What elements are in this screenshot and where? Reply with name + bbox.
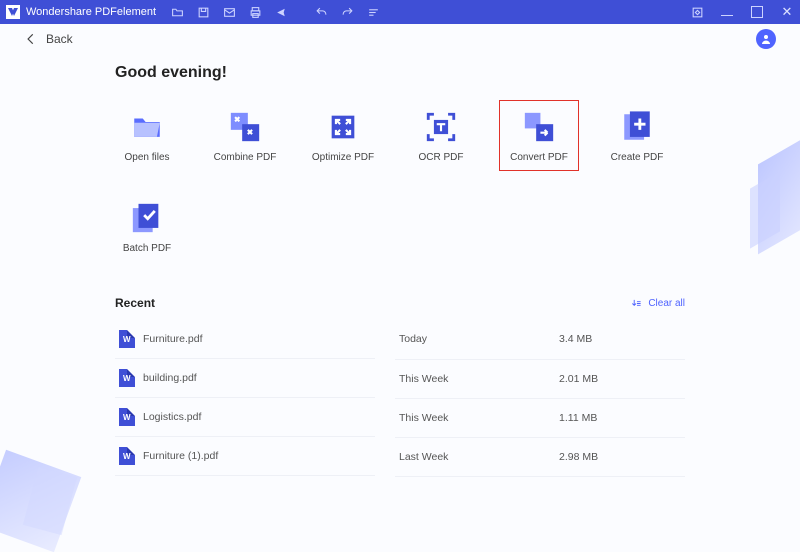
back-label: Back — [46, 32, 73, 46]
file-size: 2.98 MB — [555, 437, 685, 476]
window-maximize-icon[interactable] — [750, 5, 764, 19]
file-when: This Week — [395, 398, 555, 437]
folder-open-icon — [130, 110, 164, 144]
save-icon[interactable] — [196, 5, 210, 19]
sub-header: Back — [0, 24, 800, 54]
recent-header: Recent Clear all — [115, 296, 685, 310]
pdf-file-icon — [119, 408, 135, 426]
tile-open-files[interactable]: Open files — [115, 110, 179, 163]
app-title: Wondershare PDFelement — [26, 6, 156, 18]
window-close-icon[interactable]: ✕ — [780, 5, 794, 19]
file-size: 3.4 MB — [555, 320, 685, 359]
mail-icon[interactable] — [222, 5, 236, 19]
tile-create-pdf[interactable]: Create PDF — [605, 110, 669, 163]
user-avatar[interactable] — [756, 29, 776, 49]
undo-icon[interactable] — [314, 5, 328, 19]
project-icon[interactable] — [690, 5, 704, 19]
tile-label: Open files — [124, 152, 169, 163]
file-name: Furniture.pdf — [143, 333, 203, 345]
recent-file-row[interactable]: Furniture (1).pdf Last Week 2.98 MB — [115, 437, 685, 476]
greeting-text: Good evening! — [115, 64, 685, 82]
pdf-file-icon — [119, 447, 135, 465]
file-when: Today — [395, 320, 555, 359]
print-icon[interactable] — [248, 5, 262, 19]
file-size: 2.01 MB — [555, 359, 685, 398]
user-icon — [760, 33, 772, 45]
ocr-icon — [424, 110, 458, 144]
file-name: building.pdf — [143, 372, 197, 384]
file-when: This Week — [395, 359, 555, 398]
combine-icon — [228, 110, 262, 144]
action-tiles: Open files Combine PDF Optimize PDF OCR … — [115, 110, 685, 163]
arrow-left-icon — [24, 32, 38, 46]
file-name: Logistics.pdf — [143, 411, 201, 423]
titlebar-tools — [170, 5, 380, 19]
recent-file-row[interactable]: Furniture.pdf Today 3.4 MB — [115, 320, 685, 359]
main-content: Good evening! Open files Combine PDF Opt… — [0, 54, 800, 477]
clear-all-button[interactable]: Clear all — [631, 298, 685, 309]
share-icon[interactable] — [274, 5, 288, 19]
clear-icon — [631, 298, 642, 309]
open-folder-icon[interactable] — [170, 5, 184, 19]
clear-all-label: Clear all — [648, 298, 685, 309]
redo-icon[interactable] — [340, 5, 354, 19]
tile-label: Batch PDF — [123, 243, 171, 254]
recent-title: Recent — [115, 296, 155, 310]
more-icon[interactable] — [366, 5, 380, 19]
file-size: 1.11 MB — [555, 398, 685, 437]
create-icon — [620, 110, 654, 144]
title-bar: Wondershare PDFelement ✕ — [0, 0, 800, 24]
recent-files-table: Furniture.pdf Today 3.4 MB building.pdf … — [115, 320, 685, 477]
app-logo-icon — [6, 5, 20, 19]
pdf-file-icon — [119, 369, 135, 387]
tile-batch-pdf[interactable]: Batch PDF — [115, 201, 179, 254]
file-when: Last Week — [395, 437, 555, 476]
tile-label: Optimize PDF — [312, 152, 374, 163]
batch-icon — [130, 201, 164, 235]
action-tiles-row2: Batch PDF — [115, 201, 685, 254]
back-button[interactable]: Back — [24, 32, 73, 46]
tile-label: Combine PDF — [214, 152, 277, 163]
tile-convert-pdf[interactable]: Convert PDF — [507, 110, 571, 163]
window-minimize-icon[interactable] — [720, 5, 734, 19]
tile-label: Create PDF — [611, 152, 664, 163]
convert-icon — [522, 110, 556, 144]
tile-combine-pdf[interactable]: Combine PDF — [213, 110, 277, 163]
recent-file-row[interactable]: building.pdf This Week 2.01 MB — [115, 359, 685, 398]
optimize-icon — [326, 110, 360, 144]
file-name: Furniture (1).pdf — [143, 450, 218, 462]
tile-label: Convert PDF — [510, 152, 568, 163]
recent-file-row[interactable]: Logistics.pdf This Week 1.11 MB — [115, 398, 685, 437]
tile-label: OCR PDF — [419, 152, 464, 163]
pdf-file-icon — [119, 330, 135, 348]
tile-ocr-pdf[interactable]: OCR PDF — [409, 110, 473, 163]
tile-optimize-pdf[interactable]: Optimize PDF — [311, 110, 375, 163]
